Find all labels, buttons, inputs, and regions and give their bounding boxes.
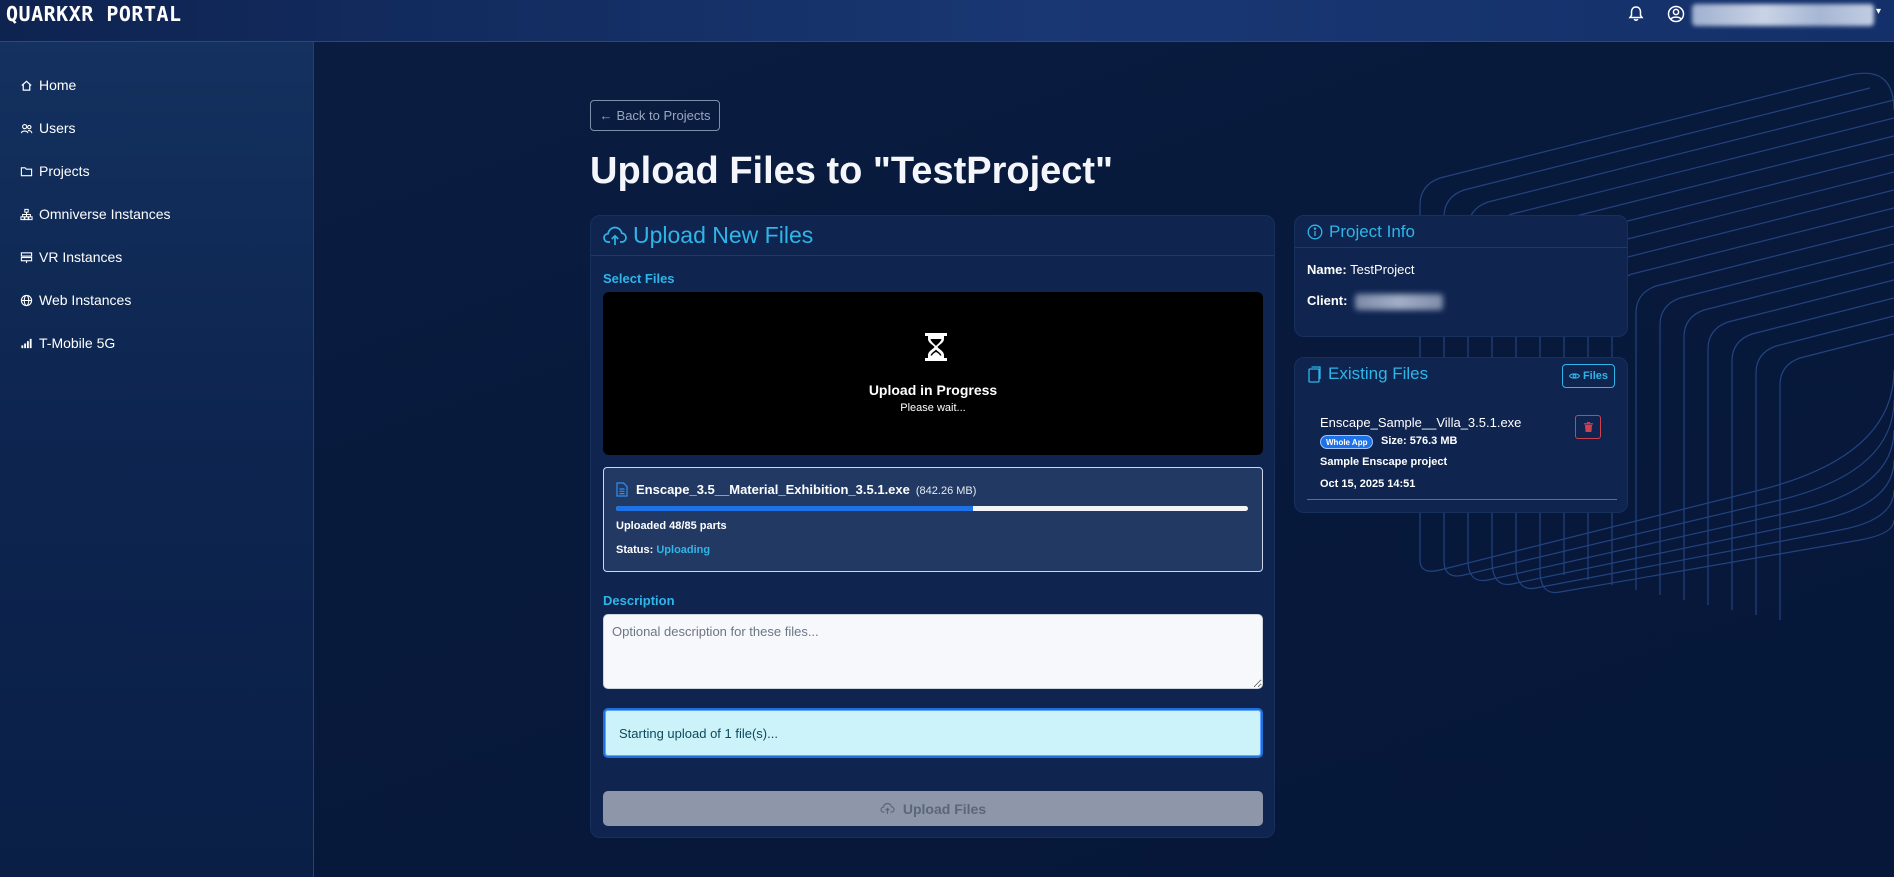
- page-title: Upload Files to "TestProject": [590, 150, 1114, 192]
- existing-files-title: Existing Files: [1328, 364, 1429, 383]
- eye-icon: [1568, 373, 1580, 379]
- file-dropzone[interactable]: Upload in Progress Please wait...: [603, 292, 1263, 455]
- list-divider: [1307, 499, 1617, 500]
- description-label: Description: [603, 593, 675, 608]
- home-icon: [21, 80, 32, 91]
- sidebar-item-label: Omniverse Instances: [39, 206, 171, 222]
- sidebar-item-omniverse-instances[interactable]: Omniverse Instances: [0, 197, 314, 231]
- project-name-row: Name: TestProject: [1307, 262, 1414, 277]
- signal-icon: [21, 338, 32, 348]
- arrow-left-icon: ←: [599, 108, 613, 123]
- folder-icon: [20, 166, 33, 176]
- upload-alert: Starting upload of 1 file(s)...: [603, 708, 1263, 758]
- back-button-label: Back to Projects: [616, 108, 711, 123]
- trash-icon: [1583, 422, 1593, 432]
- upload-files-button-label: Upload Files: [902, 800, 987, 817]
- sidebar-item-vr-instances[interactable]: VR Instances: [0, 240, 314, 274]
- sidebar-item-label: Users: [39, 120, 76, 136]
- sidebar-item-projects[interactable]: Projects: [0, 154, 314, 188]
- hourglass-icon: [925, 333, 947, 361]
- brand-logo[interactable]: QUARKXR PORTAL: [6, 2, 182, 26]
- sidebar-item-label: Home: [39, 77, 77, 93]
- project-client-label: Client:: [1307, 293, 1348, 308]
- upload-files-button[interactable]: Upload Files: [603, 791, 1263, 826]
- files-icon: [1308, 365, 1321, 383]
- cloud-upload-icon: [603, 226, 627, 245]
- back-to-projects-button[interactable]: ← Back to Projects: [590, 100, 720, 131]
- progress-bar: [616, 506, 1248, 511]
- sidebar-item-label: Projects: [39, 163, 90, 179]
- uploading-file-name: Enscape_3.5__Material_Exhibition_3.5.1.e…: [636, 482, 976, 497]
- project-name-value: TestProject: [1350, 262, 1415, 277]
- existing-file-name: Enscape_Sample__Villa_3.5.1.exe: [1320, 415, 1522, 430]
- select-files-label: Select Files: [603, 271, 675, 286]
- status-value: Uploading: [656, 544, 711, 556]
- file-icon: [616, 482, 628, 497]
- user-email[interactable]: ••••••••••••••••••••: [1692, 4, 1874, 26]
- sidebar-item-home[interactable]: Home: [0, 68, 314, 102]
- cloud-upload-icon: [880, 802, 895, 814]
- delete-file-button[interactable]: [1575, 415, 1601, 439]
- sidebar-item-web-instances[interactable]: Web Instances: [0, 283, 314, 317]
- globe-icon: [20, 294, 33, 306]
- sidebar-item-t-mobile-5g[interactable]: T-Mobile 5G: [0, 326, 314, 360]
- sidebar-item-users[interactable]: Users: [0, 111, 314, 145]
- project-info-card: Project Info Name: TestProject Client:: [1294, 215, 1628, 337]
- project-name-label: Name:: [1307, 262, 1347, 277]
- view-files-button-label: Files: [1582, 370, 1609, 382]
- user-circle-icon[interactable]: [1666, 4, 1686, 24]
- upload-progress-panel: Enscape_3.5__Material_Exhibition_3.5.1.e…: [603, 467, 1263, 572]
- project-info-header: Project Info: [1295, 216, 1627, 248]
- upload-card-header: Upload New Files: [591, 216, 1274, 256]
- upload-status: Status: Uploading: [616, 544, 710, 556]
- upload-card: Upload New Files Select Files Upload in …: [590, 215, 1275, 838]
- project-info-title: Project Info: [1329, 221, 1415, 241]
- bell-icon[interactable]: [1626, 4, 1646, 24]
- existing-file-size: Size: 576.3 MB: [1381, 435, 1458, 447]
- sidebar-item-label: VR Instances: [39, 249, 123, 265]
- progress-bar-fill: [616, 506, 974, 511]
- users-icon: [20, 123, 33, 133]
- existing-file-date: Oct 15, 2025 14:51: [1320, 478, 1416, 490]
- upload-card-title: Upload New Files: [633, 222, 814, 248]
- parts-progress-text: Uploaded 48/85 parts: [616, 520, 727, 532]
- top-bar: QUARKXR PORTAL •••••••••••••••••••• ▾: [0, 0, 1894, 42]
- uploading-file-name-text: Enscape_3.5__Material_Exhibition_3.5.1.e…: [636, 482, 910, 497]
- sidebar-item-label: Web Instances: [39, 292, 132, 308]
- sidebar-item-label: T-Mobile 5G: [39, 335, 116, 351]
- chevron-down-icon[interactable]: ▾: [1876, 6, 1881, 17]
- view-files-button[interactable]: Files: [1562, 364, 1615, 388]
- project-client-value: [1355, 293, 1444, 310]
- sidebar: Home Users Projects Omniverse Instances …: [0, 42, 314, 877]
- existing-files-card: Existing Files Files Enscape_Sample__Vil…: [1294, 357, 1628, 513]
- network-icon: [20, 208, 33, 220]
- info-circle-icon: [1307, 224, 1323, 239]
- dropzone-title: Upload in Progress: [868, 382, 998, 398]
- server-icon: [20, 251, 33, 263]
- dropzone-subtitle: Please wait...: [900, 402, 966, 414]
- background-decoration: [1419, 72, 1894, 620]
- uploading-file-size: (842.26 MB): [915, 485, 977, 497]
- project-client-row: Client:: [1307, 293, 1444, 310]
- status-label: Status:: [616, 544, 654, 556]
- existing-file-description: Sample Enscape project: [1320, 456, 1448, 468]
- description-input[interactable]: [603, 614, 1263, 689]
- file-type-badge: Whole App: [1320, 435, 1374, 449]
